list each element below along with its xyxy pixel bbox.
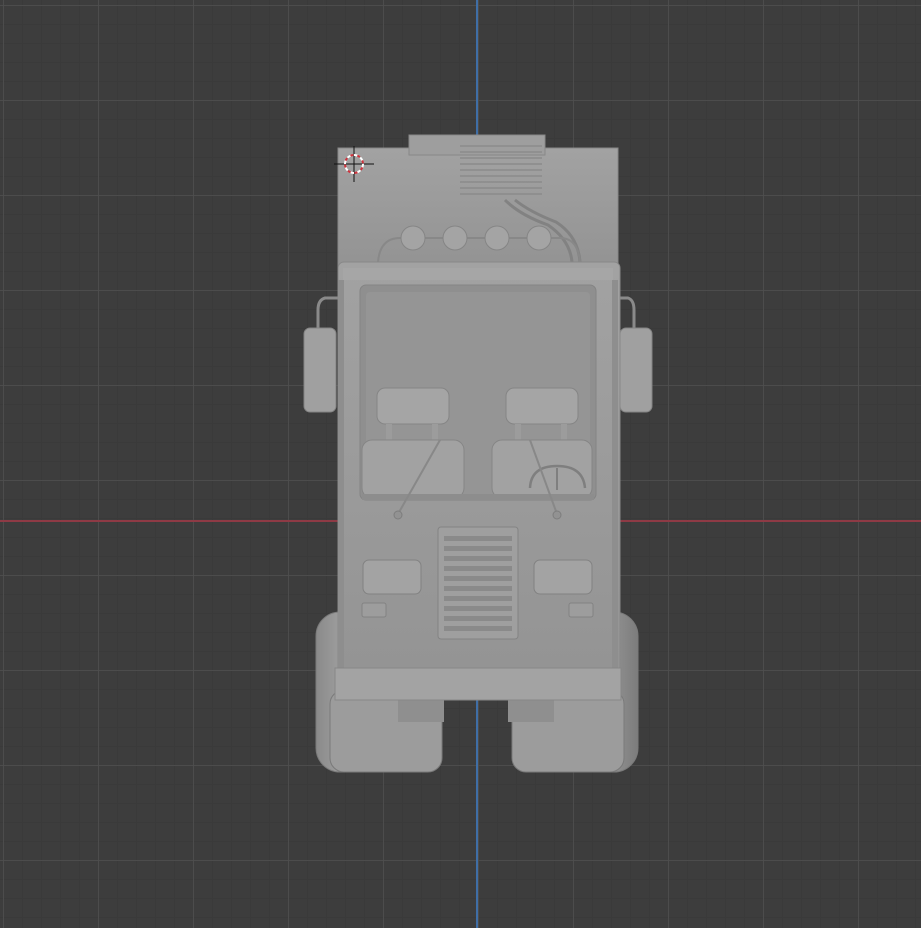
cab [334,261,622,701]
cargo-box [337,134,619,269]
truck-model[interactable] [0,0,921,928]
3d-cursor-icon[interactable] [334,146,374,182]
3d-viewport[interactable] [0,0,921,928]
